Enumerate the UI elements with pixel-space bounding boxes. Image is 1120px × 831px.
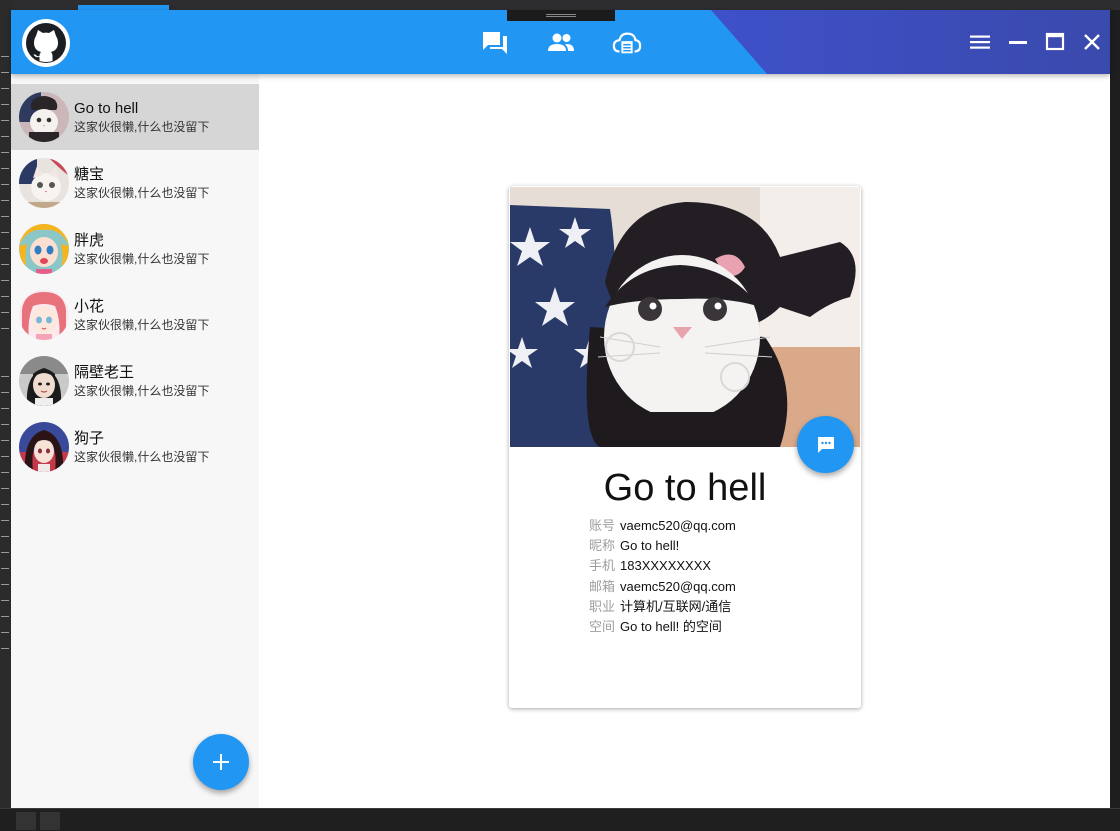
minimize-icon[interactable] <box>1006 30 1030 54</box>
contact-name: Go to hell <box>74 100 139 117</box>
profile-info-list: 账号 vaemc520@qq.com 昵称 Go to hell! 手机 183… <box>589 516 849 637</box>
contact-signature: 这家伙很懒,什么也没留下 <box>74 120 210 134</box>
plus-icon <box>213 754 229 770</box>
contact-signature: 这家伙很懒,什么也没留下 <box>74 252 210 266</box>
info-row-phone: 手机 183XXXXXXXX <box>589 556 849 576</box>
info-row-nickname: 昵称 Go to hell! <box>589 536 849 556</box>
profile-card: Go to hell 账号 vaemc520@qq.com 昵称 Go to h… <box>509 186 861 708</box>
add-contact-button[interactable] <box>193 734 249 790</box>
avatar <box>19 224 69 274</box>
ide-status-bar <box>0 808 1120 831</box>
contact-item[interactable]: 狗子 这家伙很懒,什么也没留下 <box>11 414 259 480</box>
avatar <box>19 290 69 340</box>
info-value: 计算机/互联网/通信 <box>620 598 732 614</box>
info-label: 手机 <box>589 558 616 574</box>
close-icon[interactable] <box>1080 30 1104 54</box>
contact-item[interactable]: 隔壁老王 这家伙很懒,什么也没留下 <box>11 348 259 414</box>
contact-signature: 这家伙很懒,什么也没留下 <box>74 186 210 200</box>
info-row-account: 账号 vaemc520@qq.com <box>589 516 849 536</box>
info-label: 空间 <box>589 618 616 634</box>
app-window: Go to hell 这家伙很懒,什么也没留下 糖宝 这家伙很懒,什么也没留下 … <box>11 10 1110 808</box>
contact-item[interactable]: 糖宝 这家伙很懒,什么也没留下 <box>11 150 259 216</box>
github-icon[interactable] <box>22 19 70 67</box>
message-icon <box>817 436 834 453</box>
avatar <box>19 422 69 472</box>
info-value: vaemc520@qq.com <box>620 578 736 594</box>
contact-name: 胖虎 <box>74 232 105 249</box>
contacts-icon[interactable] <box>546 28 576 58</box>
contact-item[interactable]: 小花 这家伙很懒,什么也没留下 <box>11 282 259 348</box>
cloud-icon[interactable] <box>612 28 642 58</box>
info-value: Go to hell! 的空间 <box>620 618 722 634</box>
contact-name: 糖宝 <box>74 166 105 183</box>
info-row-space: 空间 Go to hell! 的空间 <box>589 617 849 637</box>
contact-list: Go to hell 这家伙很懒,什么也没留下 糖宝 这家伙很懒,什么也没留下 … <box>11 74 259 808</box>
avatar <box>19 92 69 142</box>
contact-name: 狗子 <box>74 430 105 447</box>
menu-icon[interactable] <box>968 30 992 54</box>
avatar <box>19 356 69 406</box>
contact-name: 隔壁老王 <box>74 364 135 381</box>
info-row-email: 邮箱 vaemc520@qq.com <box>589 577 849 597</box>
contact-name: 小花 <box>74 298 105 315</box>
info-value: 183XXXXXXXX <box>620 558 712 574</box>
send-message-button[interactable] <box>797 416 854 473</box>
title-bar[interactable] <box>11 10 1110 74</box>
avatar <box>19 158 69 208</box>
ide-left-strip <box>0 0 11 831</box>
contact-signature: 这家伙很懒,什么也没留下 <box>74 384 210 398</box>
info-value: vaemc520@qq.com <box>620 518 736 533</box>
contact-signature: 这家伙很懒,什么也没留下 <box>74 450 210 464</box>
contact-item[interactable]: 胖虎 这家伙很懒,什么也没留下 <box>11 216 259 282</box>
info-row-occupation: 职业 计算机/互联网/通信 <box>589 597 849 617</box>
chat-icon[interactable] <box>480 28 510 58</box>
profile-panel: Go to hell 账号 vaemc520@qq.com 昵称 Go to h… <box>259 74 1110 808</box>
profile-photo <box>510 187 860 447</box>
profile-name: Go to hell <box>603 467 767 509</box>
contact-item[interactable]: Go to hell 这家伙很懒,什么也没留下 <box>11 84 259 150</box>
info-label: 邮箱 <box>589 578 616 594</box>
info-value: Go to hell! <box>620 538 680 554</box>
info-label: 账号 <box>589 518 616 533</box>
info-label: 昵称 <box>589 538 616 554</box>
info-label: 职业 <box>589 598 616 614</box>
drag-handle[interactable] <box>507 10 615 21</box>
maximize-icon[interactable] <box>1043 30 1067 54</box>
contact-signature: 这家伙很懒,什么也没留下 <box>74 318 210 332</box>
ide-tab-bar <box>11 0 1120 10</box>
